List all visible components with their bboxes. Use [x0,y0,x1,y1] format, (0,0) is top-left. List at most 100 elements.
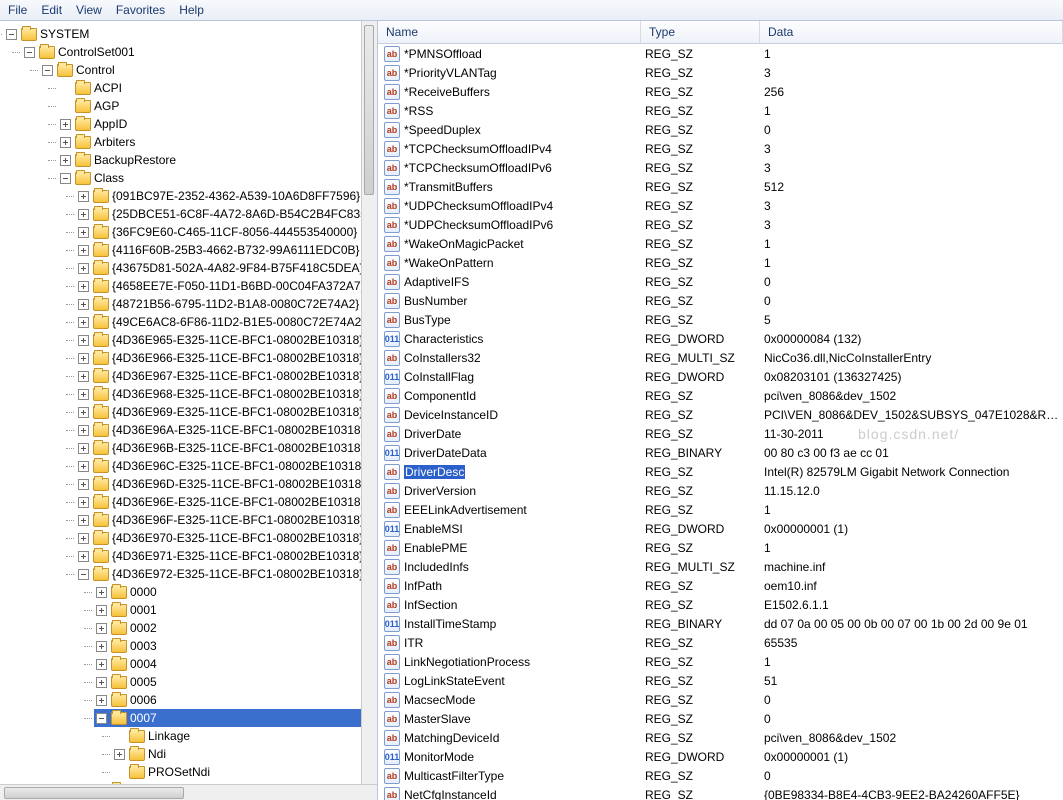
expand-icon[interactable] [78,299,89,310]
expand-icon[interactable] [114,749,125,760]
value-row[interactable]: abNetCfgInstanceIdREG_SZ{0BE98334-B8E4-4… [378,785,1063,800]
value-row[interactable]: abLinkNegotiationProcessREG_SZ1 [378,652,1063,671]
collapse-icon[interactable] [6,29,17,40]
scrollbar-thumb[interactable] [4,787,184,799]
expand-icon[interactable] [78,209,89,220]
tree-item[interactable]: AGP [58,97,377,115]
tree-item[interactable]: 0005 [94,673,377,691]
tree-item[interactable]: {091BC97E-2352-4362-A539-10A6D8FF7596} [76,187,377,205]
value-row[interactable]: abCoInstallers32REG_MULTI_SZNicCo36.dll,… [378,348,1063,367]
expand-icon[interactable] [78,227,89,238]
value-row[interactable]: abMacsecModeREG_SZ0 [378,690,1063,709]
tree-item[interactable]: {43675D81-502A-4A82-9F84-B75F418C5DEA} [76,259,377,277]
tree-item[interactable]: {48721B56-6795-11D2-B1A8-0080C72E74A2} [76,295,377,313]
value-row[interactable]: ab*TCPChecksumOffloadIPv6REG_SZ3 [378,158,1063,177]
tree-item[interactable]: {4D36E96D-E325-11CE-BFC1-08002BE10318} [76,475,377,493]
tree-item[interactable]: {4D36E966-E325-11CE-BFC1-08002BE10318} [76,349,377,367]
collapse-icon[interactable] [78,569,89,580]
tree-item[interactable]: {4D36E965-E325-11CE-BFC1-08002BE10318} [76,331,377,349]
tree-item[interactable]: BackupRestore [58,151,377,169]
tree-item[interactable]: {25DBCE51-6C8F-4A72-8A6D-B54C2B4FC835} [76,205,377,223]
menu-help[interactable]: Help [179,3,204,17]
tree-item[interactable]: 0000 [94,583,377,601]
expand-icon[interactable] [60,155,71,166]
menu-favorites[interactable]: Favorites [116,3,165,17]
tree-pane[interactable]: SYSTEMControlSet001ControlACPIAGPAppIDAr… [0,21,378,800]
value-row[interactable]: abEEELinkAdvertisementREG_SZ1 [378,500,1063,519]
tree-item[interactable]: {4D36E96F-E325-11CE-BFC1-08002BE10318} [76,511,377,529]
value-row[interactable]: ab*PriorityVLANTagREG_SZ3 [378,63,1063,82]
tree-item[interactable]: Arbiters [58,133,377,151]
scrollbar-thumb[interactable] [364,25,374,195]
value-row[interactable]: abEnablePMEREG_SZ1 [378,538,1063,557]
tree-item[interactable]: {4D36E971-E325-11CE-BFC1-08002BE10318} [76,547,377,565]
expand-icon[interactable] [96,695,107,706]
expand-icon[interactable] [78,353,89,364]
expand-icon[interactable] [78,407,89,418]
tree-item[interactable]: AppID [58,115,377,133]
menu-file[interactable]: File [8,3,27,17]
tree-item[interactable]: ACPI [58,79,377,97]
value-row[interactable]: abIncludedInfsREG_MULTI_SZmachine.inf [378,557,1063,576]
menu-edit[interactable]: Edit [41,3,62,17]
value-row[interactable]: abDeviceInstanceIDREG_SZPCI\VEN_8086&DEV… [378,405,1063,424]
menu-view[interactable]: View [76,3,102,17]
tree-item[interactable]: {4D36E96A-E325-11CE-BFC1-08002BE10318} [76,421,377,439]
tree-item[interactable]: {4D36E967-E325-11CE-BFC1-08002BE10318} [76,367,377,385]
tree-item[interactable]: {4D36E96B-E325-11CE-BFC1-08002BE10318} [76,439,377,457]
value-row[interactable]: abBusTypeREG_SZ5 [378,310,1063,329]
collapse-icon[interactable] [24,47,35,58]
tree-item[interactable]: {4D36E969-E325-11CE-BFC1-08002BE10318} [76,403,377,421]
tree-item[interactable]: {4116F60B-25B3-4662-B732-99A6111EDC0B} [76,241,377,259]
value-row[interactable]: abInfPathREG_SZoem10.inf [378,576,1063,595]
expand-icon[interactable] [78,461,89,472]
tree-horizontal-scrollbar[interactable] [0,784,377,800]
expand-icon[interactable] [96,623,107,634]
column-type-header[interactable]: Type [641,21,760,43]
value-row[interactable]: abComponentIdREG_SZpci\ven_8086&dev_1502 [378,386,1063,405]
collapse-icon[interactable] [60,173,71,184]
expand-icon[interactable] [96,659,107,670]
expand-icon[interactable] [96,641,107,652]
tree-item[interactable]: 0001 [94,601,377,619]
tree-item[interactable]: 0006 [94,691,377,709]
value-row[interactable]: 011EnableMSIREG_DWORD0x00000001 (1) [378,519,1063,538]
expand-icon[interactable] [78,281,89,292]
expand-icon[interactable] [78,317,89,328]
expand-icon[interactable] [78,245,89,256]
value-row[interactable]: 011CharacteristicsREG_DWORD0x00000084 (1… [378,329,1063,348]
tree-item[interactable]: Control [40,61,377,79]
value-row[interactable]: abBusNumberREG_SZ0 [378,291,1063,310]
expand-icon[interactable] [78,389,89,400]
tree-vertical-scrollbar[interactable] [361,21,377,800]
tree-item[interactable]: PROSetNdi [112,763,377,781]
expand-icon[interactable] [78,497,89,508]
tree-item[interactable]: SYSTEM [4,25,377,43]
expand-icon[interactable] [78,191,89,202]
value-row[interactable]: abDriverDescREG_SZIntel(R) 82579LM Gigab… [378,462,1063,481]
tree-item[interactable]: {4658EE7E-F050-11D1-B6BD-00C04FA372A7} [76,277,377,295]
tree-item[interactable]: 0002 [94,619,377,637]
tree-item[interactable]: Ndi [112,745,377,763]
value-row[interactable]: ab*RSSREG_SZ1 [378,101,1063,120]
value-row[interactable]: abInfSectionREG_SZE1502.6.1.1 [378,595,1063,614]
value-row[interactable]: abMulticastFilterTypeREG_SZ0 [378,766,1063,785]
tree-item[interactable]: {49CE6AC8-6F86-11D2-B1E5-0080C72E74A2} [76,313,377,331]
value-row[interactable]: ab*ReceiveBuffersREG_SZ256 [378,82,1063,101]
value-row[interactable]: abITRREG_SZ65535 [378,633,1063,652]
tree-item[interactable]: ControlSet001 [22,43,377,61]
expand-icon[interactable] [78,371,89,382]
expand-icon[interactable] [78,551,89,562]
value-row[interactable]: ab*WakeOnPatternREG_SZ1 [378,253,1063,272]
value-row[interactable]: 011MonitorModeREG_DWORD0x00000001 (1) [378,747,1063,766]
expand-icon[interactable] [60,119,71,130]
value-row[interactable]: ab*UDPChecksumOffloadIPv6REG_SZ3 [378,215,1063,234]
value-row[interactable]: abDriverVersionREG_SZ11.15.12.0 [378,481,1063,500]
tree-item[interactable]: 0007 [94,709,377,727]
expand-icon[interactable] [96,677,107,688]
tree-item[interactable]: {4D36E968-E325-11CE-BFC1-08002BE10318} [76,385,377,403]
tree-item[interactable]: {4D36E96C-E325-11CE-BFC1-08002BE10318} [76,457,377,475]
value-row[interactable]: 011CoInstallFlagREG_DWORD0x08203101 (136… [378,367,1063,386]
value-row[interactable]: abLogLinkStateEventREG_SZ51 [378,671,1063,690]
expand-icon[interactable] [78,335,89,346]
